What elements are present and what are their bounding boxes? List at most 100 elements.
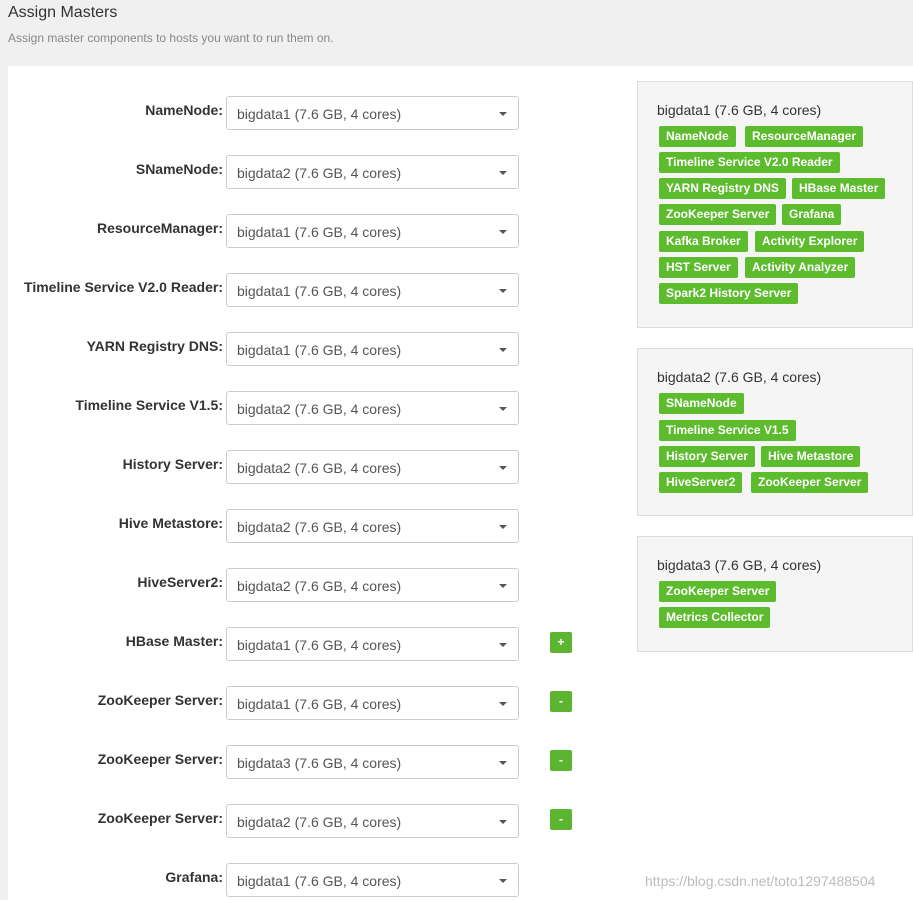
host-select[interactable]: bigdata2 (7.6 GB, 4 cores) xyxy=(226,804,519,838)
component-label: Hive Metastore: xyxy=(118,515,223,531)
host-title: bigdata2 (7.6 GB, 4 cores) xyxy=(657,369,822,385)
caret-down-icon xyxy=(499,289,507,293)
host-select-value: bigdata2 (7.6 GB, 4 cores) xyxy=(237,519,402,535)
assignment-row-timeline-v2-reader: Timeline Service V2.0 Reader: bigdata1 (… xyxy=(8,273,608,307)
host-select-value: bigdata1 (7.6 GB, 4 cores) xyxy=(237,224,402,240)
host-select[interactable]: bigdata1 (7.6 GB, 4 cores) xyxy=(226,332,519,366)
caret-down-icon xyxy=(499,466,507,470)
caret-down-icon xyxy=(499,230,507,234)
caret-down-icon xyxy=(499,407,507,411)
assignment-row-hbase-master: HBase Master: bigdata1 (7.6 GB, 4 cores)… xyxy=(8,627,608,661)
remove-component-button[interactable]: - xyxy=(550,750,572,771)
component-badge: Grafana xyxy=(782,204,842,225)
host-select-value: bigdata2 (7.6 GB, 4 cores) xyxy=(237,460,402,476)
assignment-row-snamenode: SNameNode: bigdata2 (7.6 GB, 4 cores) xyxy=(8,155,608,189)
host-card-bigdata1: bigdata1 (7.6 GB, 4 cores) NameNode Reso… xyxy=(637,81,913,328)
caret-down-icon xyxy=(499,584,507,588)
host-title: bigdata1 (7.6 GB, 4 cores) xyxy=(657,102,822,118)
component-badge: ZooKeeper Server xyxy=(659,204,777,225)
host-select[interactable]: bigdata2 (7.6 GB, 4 cores) xyxy=(226,155,519,189)
assignment-row-namenode: NameNode: bigdata1 (7.6 GB, 4 cores) xyxy=(8,96,608,130)
page-subtitle: Assign master components to hosts you wa… xyxy=(8,31,334,45)
caret-down-icon xyxy=(499,171,507,175)
component-badge: HBase Master xyxy=(792,178,886,199)
caret-down-icon xyxy=(499,761,507,765)
component-label: Timeline Service V1.5: xyxy=(75,397,223,413)
host-card-bigdata2: bigdata2 (7.6 GB, 4 cores) SNameNode Tim… xyxy=(637,348,913,516)
component-label: History Server: xyxy=(122,456,223,472)
component-label: HBase Master: xyxy=(125,633,223,649)
host-select[interactable]: bigdata1 (7.6 GB, 4 cores) xyxy=(226,627,519,661)
component-badge: Activity Analyzer xyxy=(745,257,856,278)
host-select[interactable]: bigdata2 (7.6 GB, 4 cores) xyxy=(226,509,519,543)
component-badge: Timeline Service V2.0 Reader xyxy=(659,152,840,173)
assignment-row-resourcemanager: ResourceManager: bigdata1 (7.6 GB, 4 cor… xyxy=(8,214,608,248)
component-label: YARN Registry DNS: xyxy=(86,338,223,354)
caret-down-icon xyxy=(499,643,507,647)
host-select[interactable]: bigdata1 (7.6 GB, 4 cores) xyxy=(226,214,519,248)
caret-down-icon xyxy=(499,348,507,352)
assignment-row-timeline-v15: Timeline Service V1.5: bigdata2 (7.6 GB,… xyxy=(8,391,608,425)
component-badge: Kafka Broker xyxy=(659,231,748,252)
assignment-row-zookeeper-1: ZooKeeper Server: bigdata1 (7.6 GB, 4 co… xyxy=(8,686,608,720)
remove-component-button[interactable]: - xyxy=(550,691,572,712)
host-select-value: bigdata2 (7.6 GB, 4 cores) xyxy=(237,165,402,181)
host-select-value: bigdata1 (7.6 GB, 4 cores) xyxy=(237,873,402,889)
remove-component-button[interactable]: - xyxy=(550,809,572,830)
component-badge: ZooKeeper Server xyxy=(659,581,777,602)
component-label: ZooKeeper Server: xyxy=(97,751,223,767)
component-badge: HST Server xyxy=(659,257,738,278)
assignment-row-zookeeper-3: ZooKeeper Server: bigdata2 (7.6 GB, 4 co… xyxy=(8,804,608,838)
host-card-bigdata3: bigdata3 (7.6 GB, 4 cores) ZooKeeper Ser… xyxy=(637,536,913,652)
caret-down-icon xyxy=(499,820,507,824)
assignment-row-hiveserver2: HiveServer2: bigdata2 (7.6 GB, 4 cores) xyxy=(8,568,608,602)
host-select[interactable]: bigdata3 (7.6 GB, 4 cores) xyxy=(226,745,519,779)
component-badge: Metrics Collector xyxy=(659,607,771,628)
component-label: ZooKeeper Server: xyxy=(97,692,223,708)
caret-down-icon xyxy=(499,525,507,529)
component-label: Timeline Service V2.0 Reader: xyxy=(24,279,223,295)
caret-down-icon xyxy=(499,879,507,883)
host-select-value: bigdata2 (7.6 GB, 4 cores) xyxy=(237,814,402,830)
assignment-row-yarn-registry-dns: YARN Registry DNS: bigdata1 (7.6 GB, 4 c… xyxy=(8,332,608,366)
host-select-value: bigdata1 (7.6 GB, 4 cores) xyxy=(237,696,402,712)
add-component-button[interactable]: + xyxy=(550,632,572,653)
component-badge: Timeline Service V1.5 xyxy=(659,420,796,441)
host-select[interactable]: bigdata2 (7.6 GB, 4 cores) xyxy=(226,450,519,484)
host-select-value: bigdata1 (7.6 GB, 4 cores) xyxy=(237,637,402,653)
component-label: HiveServer2: xyxy=(137,574,223,590)
page-header: Assign Masters xyxy=(8,4,117,22)
host-title: bigdata3 (7.6 GB, 4 cores) xyxy=(657,557,822,573)
host-select-value: bigdata2 (7.6 GB, 4 cores) xyxy=(237,401,402,417)
component-badge: Spark2 History Server xyxy=(659,283,799,304)
component-badge: NameNode xyxy=(659,126,736,147)
assignment-row-hive-metastore: Hive Metastore: bigdata2 (7.6 GB, 4 core… xyxy=(8,509,608,543)
component-badge: ResourceManager xyxy=(745,126,864,147)
host-select-value: bigdata1 (7.6 GB, 4 cores) xyxy=(237,342,402,358)
host-select-value: bigdata1 (7.6 GB, 4 cores) xyxy=(237,106,402,122)
caret-down-icon xyxy=(499,702,507,706)
caret-down-icon xyxy=(499,112,507,116)
watermark: https://blog.csdn.net/toto1297488504 xyxy=(645,873,876,889)
host-select[interactable]: bigdata2 (7.6 GB, 4 cores) xyxy=(226,391,519,425)
component-label: ResourceManager: xyxy=(96,220,223,236)
assignment-row-history-server: History Server: bigdata2 (7.6 GB, 4 core… xyxy=(8,450,608,484)
host-select[interactable]: bigdata1 (7.6 GB, 4 cores) xyxy=(226,96,519,130)
component-label: NameNode: xyxy=(145,102,223,118)
component-badge: ZooKeeper Server xyxy=(751,472,869,493)
host-select[interactable]: bigdata1 (7.6 GB, 4 cores) xyxy=(226,686,519,720)
assignment-row-zookeeper-2: ZooKeeper Server: bigdata3 (7.6 GB, 4 co… xyxy=(8,745,608,779)
component-label: ZooKeeper Server: xyxy=(97,810,223,826)
host-select-value: bigdata1 (7.6 GB, 4 cores) xyxy=(237,283,402,299)
component-badge: SNameNode xyxy=(659,393,744,414)
component-label: SNameNode: xyxy=(135,161,223,177)
component-badge: YARN Registry DNS xyxy=(659,178,786,199)
assign-masters-panel: NameNode: bigdata1 (7.6 GB, 4 cores) SNa… xyxy=(8,66,913,900)
host-select[interactable]: bigdata1 (7.6 GB, 4 cores) xyxy=(226,863,519,897)
host-select[interactable]: bigdata2 (7.6 GB, 4 cores) xyxy=(226,568,519,602)
assignment-row-grafana: Grafana: bigdata1 (7.6 GB, 4 cores) xyxy=(8,863,608,897)
component-badge: Activity Explorer xyxy=(755,231,865,252)
host-select[interactable]: bigdata1 (7.6 GB, 4 cores) xyxy=(226,273,519,307)
component-label: Grafana: xyxy=(165,869,223,885)
component-badge: Hive Metastore xyxy=(761,446,861,467)
